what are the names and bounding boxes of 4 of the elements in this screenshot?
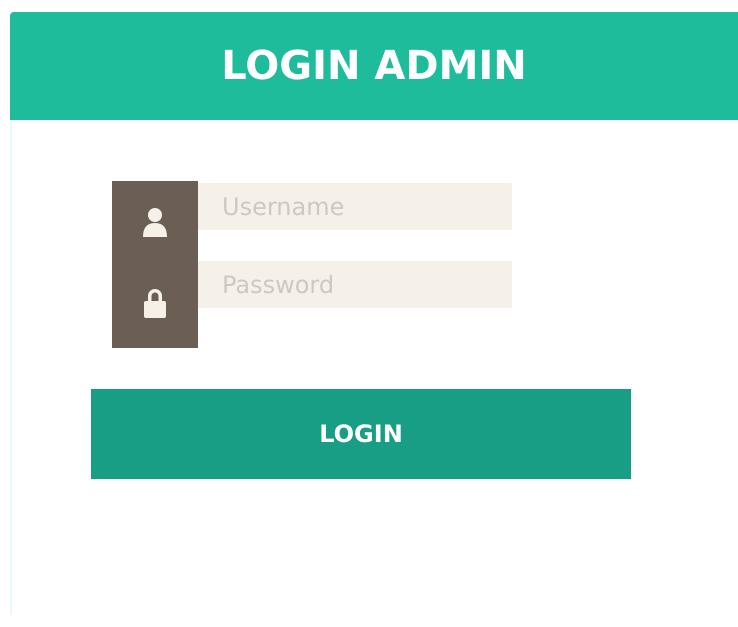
- panel-title: LOGIN ADMIN: [221, 43, 527, 89]
- lock-icon: [143, 287, 167, 319]
- login-button[interactable]: LOGIN: [91, 389, 631, 479]
- user-icon: [142, 207, 168, 239]
